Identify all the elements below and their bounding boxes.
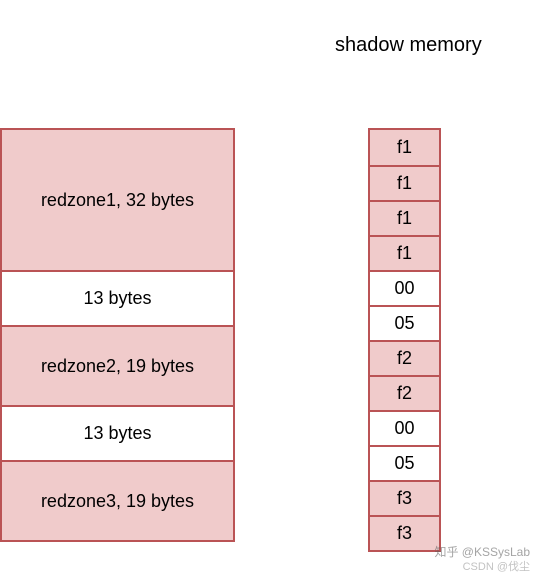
shadow-memory-column: f1 f1 f1 f1 00 05 f2 f2 00 05 f3 f3 [368, 128, 441, 552]
memory-block-data1: 13 bytes [2, 270, 233, 325]
shadow-cell: 00 [370, 270, 439, 305]
shadow-cell: f2 [370, 340, 439, 375]
shadow-cell: 00 [370, 410, 439, 445]
shadow-cell: f1 [370, 200, 439, 235]
memory-block-redzone3: redzone3, 19 bytes [2, 460, 233, 540]
shadow-cell: f3 [370, 515, 439, 550]
shadow-cell: f1 [370, 130, 439, 165]
memory-block-redzone1: redzone1, 32 bytes [2, 130, 233, 270]
shadow-cell: f1 [370, 165, 439, 200]
shadow-memory-title: shadow memory [335, 34, 482, 57]
memory-block-data2: 13 bytes [2, 405, 233, 460]
memory-column: redzone1, 32 bytes 13 bytes redzone2, 19… [0, 128, 235, 542]
shadow-cell: 05 [370, 445, 439, 480]
shadow-cell: f1 [370, 235, 439, 270]
shadow-cell: f2 [370, 375, 439, 410]
shadow-cell: 05 [370, 305, 439, 340]
memory-block-redzone2: redzone2, 19 bytes [2, 325, 233, 405]
shadow-cell: f3 [370, 480, 439, 515]
watermark-csdn: CSDN @伐尘 [463, 558, 530, 574]
